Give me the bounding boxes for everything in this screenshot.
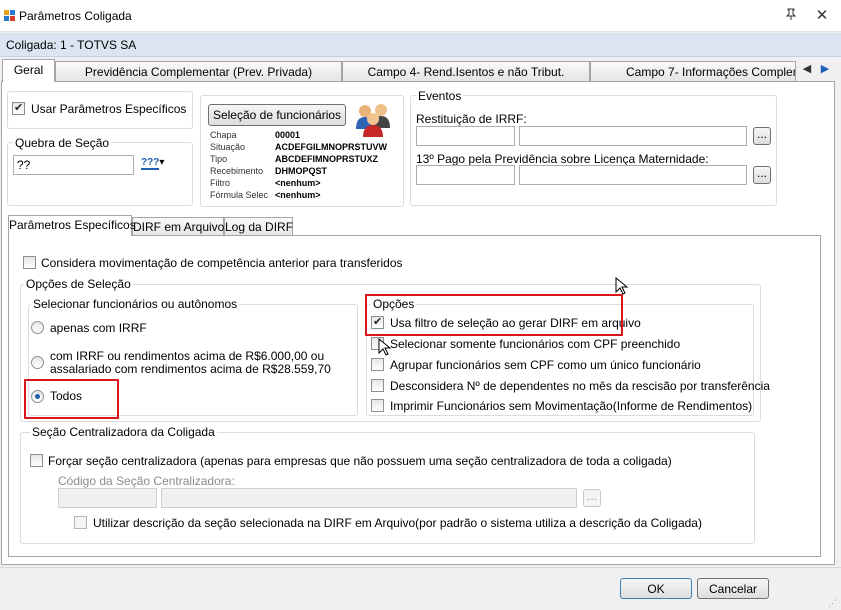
chevron-down-icon: ▾ [159, 157, 165, 168]
decimo-terceiro-code-input[interactable] [416, 165, 515, 185]
tab-dirf-arquivo[interactable]: DIRF em Arquivo [132, 217, 224, 235]
tab-scroll-right-icon[interactable]: ▶ [818, 62, 832, 78]
usar-parametros-checkbox[interactable] [12, 101, 25, 115]
utilizar-descricao-label: Utilizar descrição da seção selecionada … [93, 516, 702, 530]
app-icon [4, 10, 15, 21]
forcar-secao-label: Forçar seção centralizadora (apenas para… [48, 454, 672, 468]
agrupar-cpf-label: Agrupar funcionários sem CPF como um úni… [390, 358, 701, 372]
tab-parametros-especificos[interactable]: Parâmetros Específicos [8, 215, 136, 236]
highlight-usa-filtro [365, 294, 623, 336]
selecao-field-label: Fórmula Selec [210, 190, 269, 200]
selecao-field-label: Tipo [210, 154, 228, 164]
quebra-secao-icon: ??? [141, 157, 160, 170]
tab-geral[interactable]: Geral [2, 59, 55, 82]
restituicao-code-input[interactable] [416, 126, 515, 146]
tab-scroll-left-icon[interactable]: ◀ [800, 62, 814, 78]
ok-button[interactable]: OK [620, 578, 692, 599]
quebra-secao-title: Quebra de Seção [13, 136, 112, 150]
quebra-secao-input[interactable]: ?? [13, 155, 134, 175]
codigo-secao-label: Código da Seção Centralizadora: [58, 474, 235, 488]
tab-previdencia[interactable]: Previdência Complementar (Prev. Privada) [55, 61, 342, 81]
coligada-label: Coligada: 1 - TOTVS SA [6, 38, 137, 52]
coligada-header: Coligada: 1 - TOTVS SA [0, 33, 841, 57]
forcar-secao-checkbox[interactable] [30, 454, 43, 467]
close-button[interactable]: ✕ [814, 6, 830, 24]
selecao-field-label: Recebimento [210, 166, 264, 176]
resize-grip-icon[interactable]: ⋰ [828, 598, 838, 608]
selecao-field-value: 00001 [275, 130, 301, 140]
somente-cpf-label: Selecionar somente funcionários com CPF … [390, 337, 681, 351]
selecao-field-label: Filtro [210, 178, 230, 188]
eventos-title: Eventos [416, 89, 464, 103]
selecao-field-value: ACDEFGILMNOPRSTUVW [275, 142, 387, 152]
desconsidera-dependentes-label: Desconsidera Nº de dependentes no mês da… [390, 379, 770, 393]
selecao-field-value: DHMOPQST [275, 166, 328, 176]
secao-centralizadora-title: Seção Centralizadora da Coligada [30, 425, 217, 439]
radio-apenas-irrf-label: apenas com IRRF [50, 321, 147, 335]
restituicao-lookup-button[interactable]: ... [753, 127, 771, 145]
selecionar-title: Selecionar funcionários ou autônomos [31, 297, 240, 311]
radio-com-irrf-label-2: assalariado com rendimentos acima de R$2… [50, 362, 331, 376]
considera-mov-checkbox[interactable] [23, 256, 36, 269]
decimo-terceiro-label: 13º Pago pela Previdência sobre Licença … [416, 152, 709, 166]
agrupar-cpf-checkbox[interactable] [371, 358, 384, 371]
highlight-todos [24, 379, 119, 419]
opcoes-selecao-title: Opções de Seleção [24, 277, 133, 291]
mouse-cursor-icon [615, 276, 629, 295]
cancel-button[interactable]: Cancelar [697, 578, 769, 599]
imprimir-sem-mov-checkbox[interactable] [371, 399, 384, 412]
radio-com-irrf-label: com IRRF ou rendimentos acima de R$6.000… [50, 349, 325, 363]
tab-log-dirf[interactable]: Log da DIRF [224, 217, 293, 235]
codigo-secao-input [58, 488, 157, 508]
mouse-cursor-icon [378, 337, 392, 356]
tab-campo4[interactable]: Campo 4- Rend.Isentos e não Tribut. [342, 61, 590, 81]
selecao-field-value: <nenhum> [275, 178, 321, 188]
imprimir-sem-mov-label: Imprimir Funcionários sem Movimentação(I… [390, 399, 753, 413]
selecao-field-value: <nenhum> [275, 190, 321, 200]
desconsidera-dependentes-checkbox[interactable] [371, 379, 384, 392]
radio-apenas-irrf[interactable] [31, 321, 44, 334]
usar-parametros-label: Usar Parâmetros Específicos [31, 102, 187, 116]
decimo-terceiro-desc-input[interactable] [519, 165, 747, 185]
selecao-field-label: Chapa [210, 130, 237, 140]
selecao-field-value: ABCDEFIMNOPRSTUXZ [275, 154, 378, 164]
selecao-field-label: Situação [210, 142, 246, 152]
codigo-secao-lookup-button: ... [583, 489, 601, 507]
descricao-secao-input [161, 488, 577, 508]
tab-campo7[interactable]: Campo 7- Informações Compleme [590, 61, 796, 81]
decimo-terceiro-lookup-button[interactable]: ... [753, 166, 771, 184]
restituicao-desc-input[interactable] [519, 126, 747, 146]
quebra-secao-dropdown[interactable]: ???▾ [141, 157, 168, 173]
utilizar-descricao-checkbox [74, 516, 87, 529]
title-bar: Parâmetros Coligada ✕ [0, 0, 841, 32]
restituicao-label: Restituição de IRRF: [416, 112, 527, 126]
pin-icon[interactable] [783, 8, 799, 24]
window-title: Parâmetros Coligada [19, 9, 132, 23]
radio-com-irrf[interactable] [31, 356, 44, 369]
selecao-funcionarios-button[interactable]: Seleção de funcionários [208, 104, 346, 126]
considera-mov-label: Considera movimentação de competência an… [41, 256, 403, 270]
